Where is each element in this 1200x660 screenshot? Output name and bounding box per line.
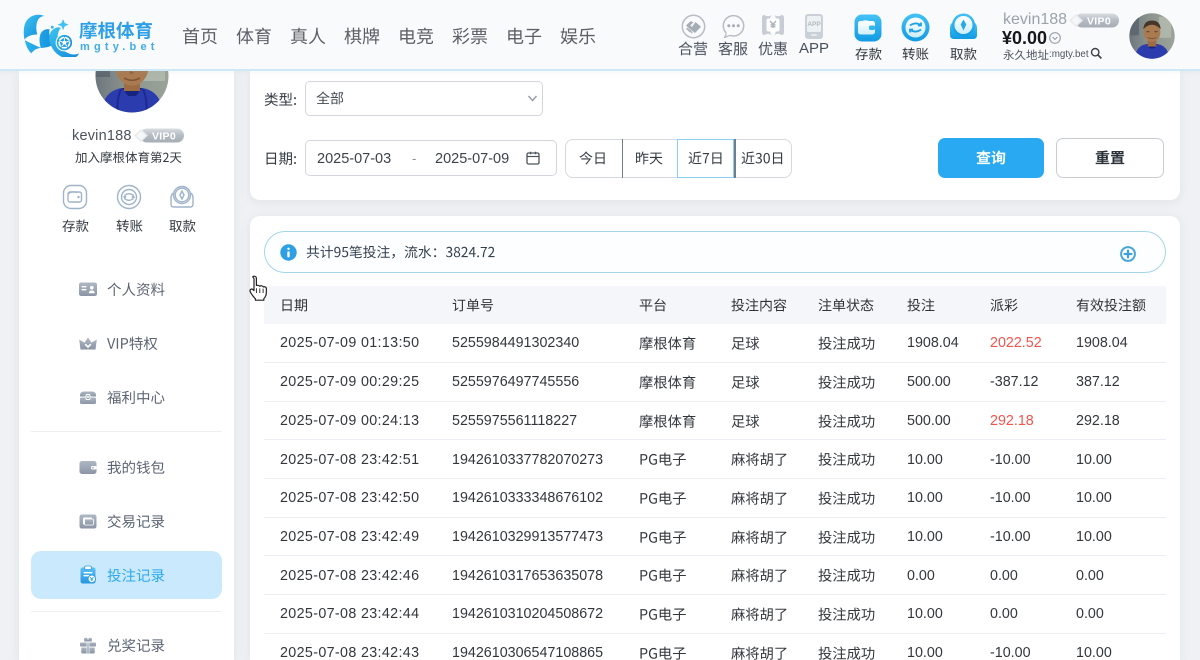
svg-text:VIP0: VIP0	[152, 130, 176, 142]
svg-text:APP: APP	[807, 21, 821, 28]
svg-text:VIP0: VIP0	[1087, 15, 1111, 27]
